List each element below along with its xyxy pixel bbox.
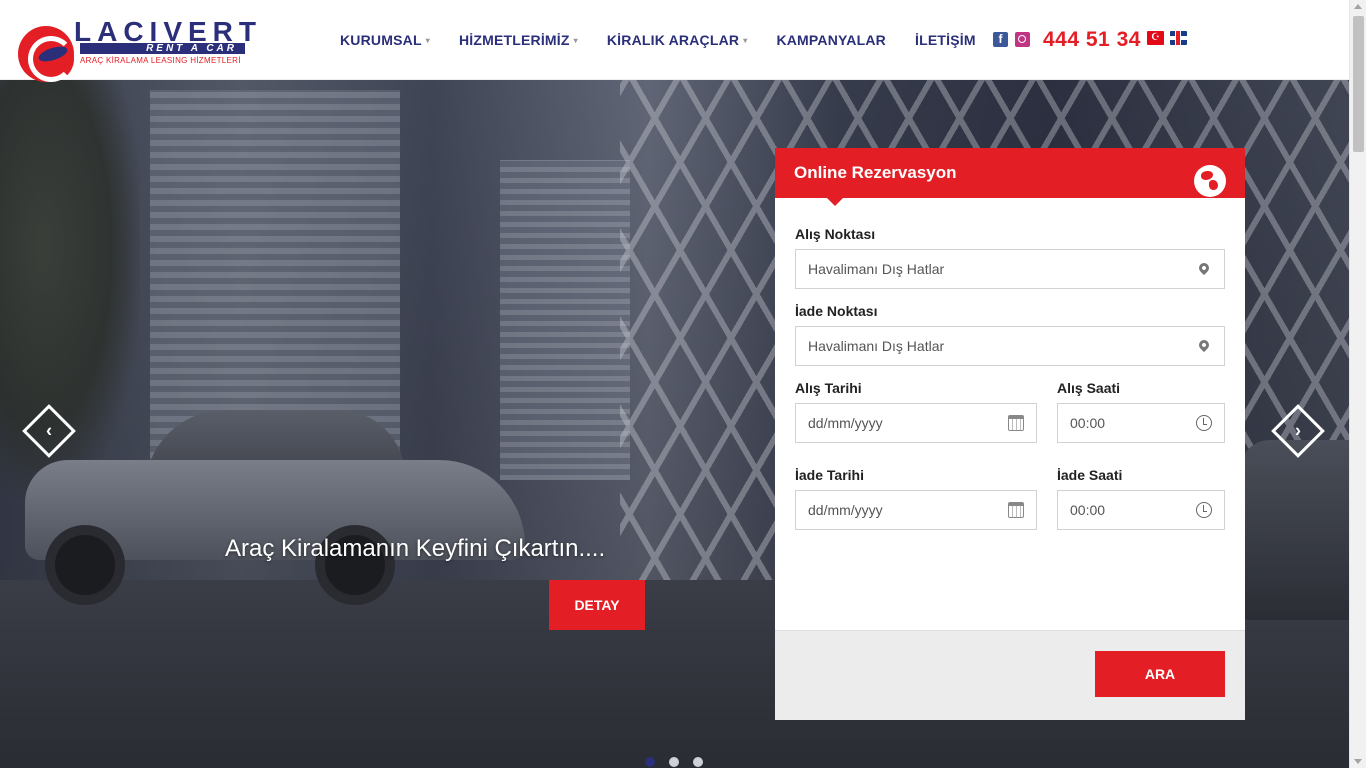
brand-logo[interactable]: LACIVERT RENT A CAR ARAÇ KİRALAMA LEASIN… <box>16 14 256 84</box>
pickup-time-field[interactable]: 00:00 <box>1057 403 1225 443</box>
return-time-field[interactable]: 00:00 <box>1057 490 1225 530</box>
return-time-value: 00:00 <box>1070 502 1106 518</box>
instagram-icon[interactable] <box>1015 32 1030 47</box>
reservation-header: Online Rezervasyon <box>775 148 1245 206</box>
slider-dot[interactable] <box>669 757 679 767</box>
logo-emblem-icon <box>18 26 74 82</box>
calendar-icon <box>1008 415 1024 431</box>
return-location-value: Havalimanı Dış Hatlar <box>808 338 945 354</box>
nav-item-label: İLETİŞİM <box>914 32 976 48</box>
site-header: LACIVERT RENT A CAR ARAÇ KİRALAMA LEASIN… <box>0 0 1349 82</box>
chevron-right-icon: › <box>1295 420 1301 441</box>
clock-icon <box>1196 415 1212 431</box>
map-pin-icon <box>1196 260 1212 276</box>
pickup-date-field[interactable]: dd/mm/yyyy <box>795 403 1037 443</box>
reservation-panel: Online Rezervasyon Alış Noktası Havalima… <box>775 148 1245 720</box>
nav-item-label: KİRALIK ARAÇLAR <box>606 32 740 48</box>
caret-down-icon: ▾ <box>743 35 748 45</box>
caret-down-icon: ▾ <box>425 35 430 45</box>
slide-title: Araç Kiralamanın Keyfini Çıkartın.... <box>225 535 606 562</box>
reservation-footer: ARA <box>775 630 1245 720</box>
return-date-field[interactable]: dd/mm/yyyy <box>795 490 1037 530</box>
globe-icon <box>1194 165 1226 197</box>
nav-item-iletisim[interactable]: İLETİŞİM <box>915 31 976 49</box>
return-location-label: İade Noktası <box>795 303 878 319</box>
scroll-down-icon[interactable] <box>1354 759 1362 764</box>
pickup-location-value: Havalimanı Dış Hatlar <box>808 261 945 277</box>
hero-car-image-right <box>1240 440 1349 620</box>
logo-subtitle: RENT A CAR <box>80 43 245 54</box>
main-nav: KURUMSAL ▾ HİZMETLERİMİZ ▾ KİRALIK ARAÇL… <box>340 31 1005 49</box>
pickup-location-label: Alış Noktası <box>795 226 876 242</box>
turkish-flag-icon[interactable]: ☪ <box>1147 31 1164 45</box>
caret-down-icon: ▾ <box>573 35 578 45</box>
nav-item-label: KURUMSAL <box>340 32 422 48</box>
search-button[interactable]: ARA <box>1095 651 1225 697</box>
map-pin-icon <box>1196 337 1212 353</box>
clock-icon <box>1196 502 1212 518</box>
return-location-field[interactable]: Havalimanı Dış Hatlar <box>795 326 1225 366</box>
logo-tagline: ARAÇ KİRALAMA LEASING HİZMETLERİ <box>80 56 241 65</box>
english-flag-icon[interactable] <box>1170 31 1187 45</box>
return-date-label: İade Tarihi <box>795 467 864 483</box>
facebook-icon[interactable]: f <box>993 32 1008 47</box>
pickup-time-value: 00:00 <box>1070 415 1106 431</box>
slider-dot[interactable] <box>645 757 655 767</box>
return-date-placeholder: dd/mm/yyyy <box>808 502 883 518</box>
pickup-location-field[interactable]: Havalimanı Dış Hatlar <box>795 249 1225 289</box>
phone-number[interactable]: 444 51 34 <box>1043 28 1141 52</box>
nav-item-label: HİZMETLERİMİZ <box>458 32 570 48</box>
hero-car-image <box>25 400 525 605</box>
nav-item-hizmetlerimiz[interactable]: HİZMETLERİMİZ ▾ <box>459 31 578 49</box>
car-wheel <box>45 525 125 605</box>
scrollbar-thumb[interactable] <box>1353 16 1364 152</box>
chevron-left-icon: ‹ <box>46 420 52 441</box>
nav-item-kiralik-araclar[interactable]: KİRALIK ARAÇLAR ▾ <box>607 31 748 49</box>
page-scrollbar[interactable] <box>1349 0 1366 768</box>
nav-item-kampanyalar[interactable]: KAMPANYALAR <box>776 31 886 49</box>
pickup-date-placeholder: dd/mm/yyyy <box>808 415 883 431</box>
calendar-icon <box>1008 502 1024 518</box>
detail-button[interactable]: DETAY <box>549 580 645 630</box>
pickup-time-label: Alış Saati <box>1057 380 1121 396</box>
scroll-up-icon[interactable] <box>1354 4 1362 9</box>
nav-item-label: KAMPANYALAR <box>776 32 886 48</box>
reservation-title: Online Rezervasyon <box>794 163 957 182</box>
logo-wordmark: LACIVERT <box>74 16 262 47</box>
pickup-date-label: Alış Tarihi <box>795 380 862 396</box>
slider-dots <box>645 757 703 767</box>
return-time-label: İade Saati <box>1057 467 1123 483</box>
nav-item-kurumsal[interactable]: KURUMSAL ▾ <box>340 31 430 49</box>
slider-dot[interactable] <box>693 757 703 767</box>
